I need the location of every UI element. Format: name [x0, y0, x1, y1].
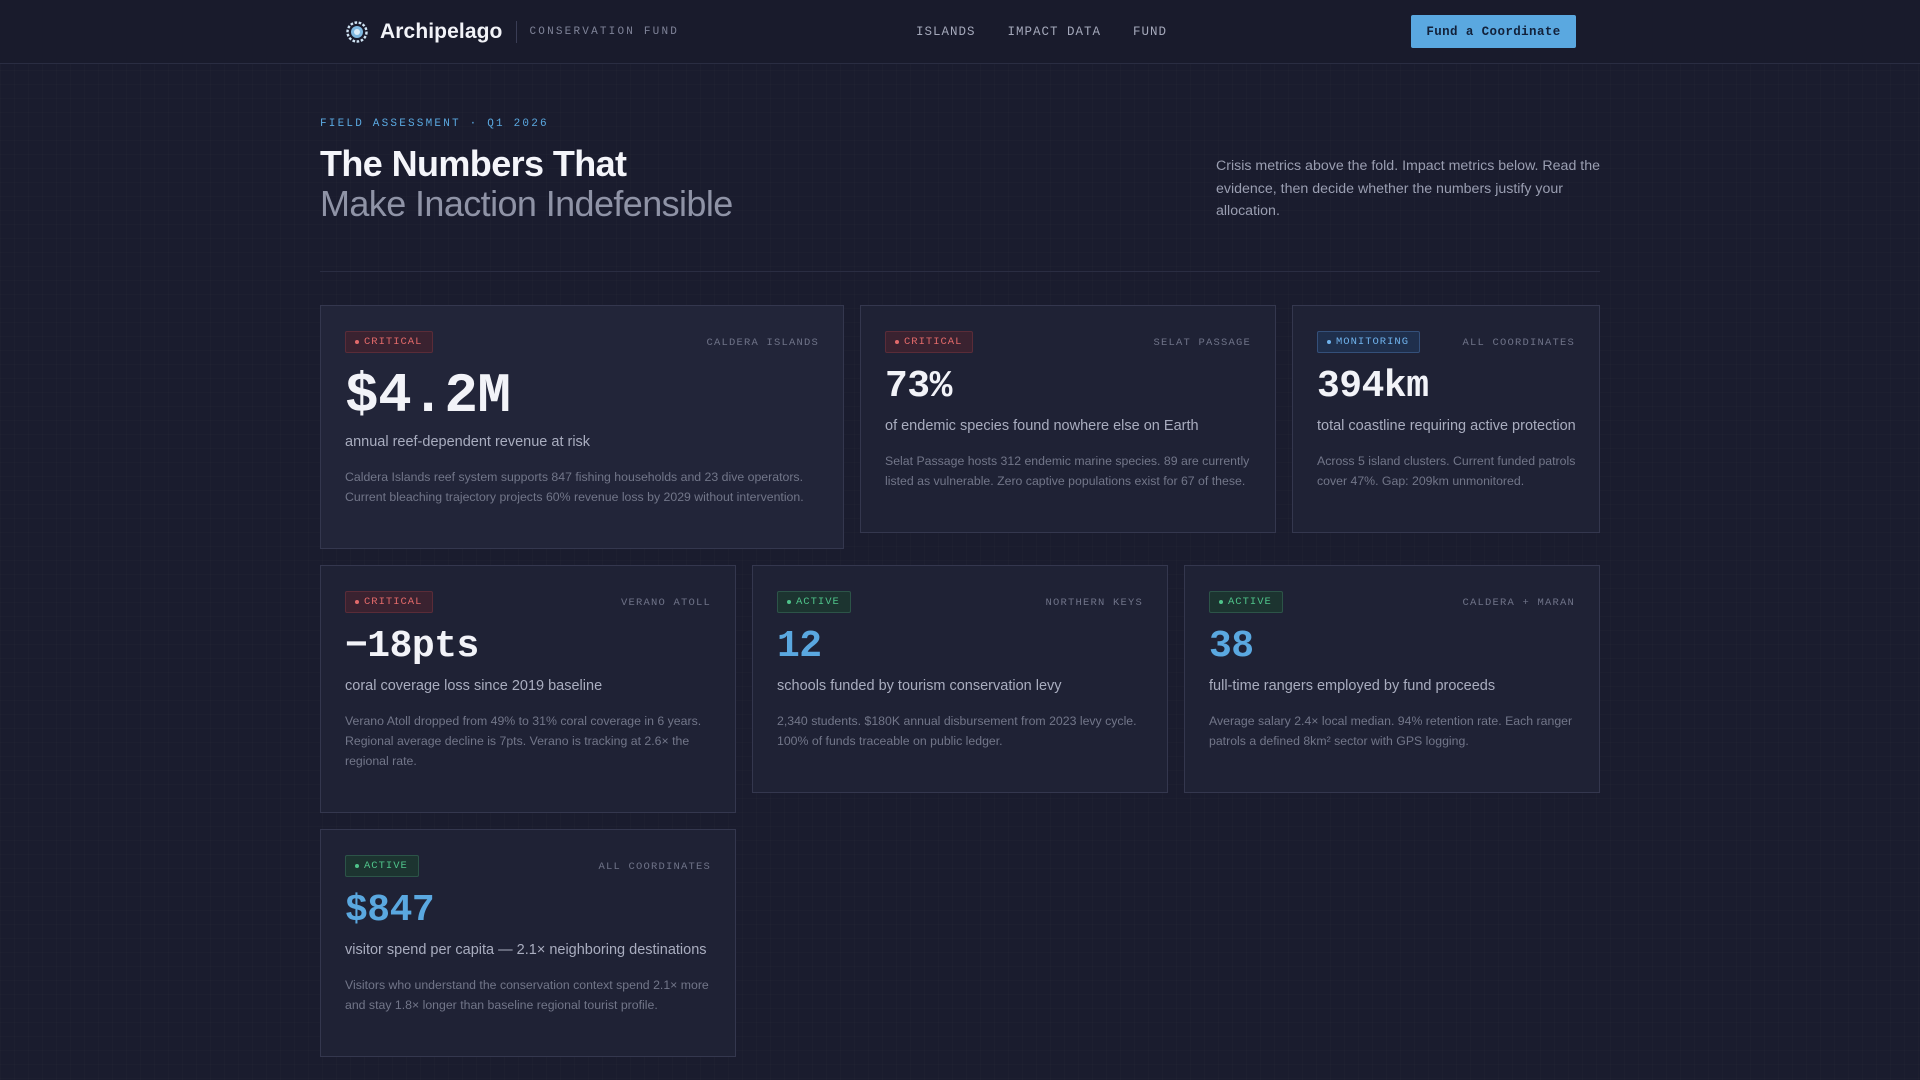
status-badge: CRITICAL — [345, 591, 434, 613]
status-text: CRITICAL — [904, 336, 963, 348]
location-label: CALDERA + MARAN — [1462, 597, 1575, 609]
location-label: NORTHERN KEYS — [1045, 597, 1143, 609]
metric-card-reef-revenue[interactable]: CRITICAL CALDERA ISLANDS $4.2M annual re… — [320, 305, 844, 549]
status-text: ACTIVE — [1228, 596, 1272, 608]
page-title-line2: Make Inaction Indefensible — [320, 183, 733, 224]
metric-value: 38 — [1209, 625, 1254, 668]
top-nav-bar: Archipelago CONSERVATION FUND ISLANDS IM… — [0, 0, 1920, 64]
status-badge: ACTIVE — [777, 591, 851, 613]
metric-label: annual reef-dependent revenue at risk — [345, 434, 591, 450]
status-text: ACTIVE — [364, 860, 408, 872]
metric-label: of endemic species found nowhere else on… — [885, 418, 1199, 434]
location-label: ALL COORDINATES — [1462, 337, 1575, 349]
status-text: CRITICAL — [364, 596, 423, 608]
status-dot-icon — [355, 340, 359, 344]
compass-logo-icon — [346, 21, 368, 43]
status-badge: ACTIVE — [1209, 591, 1283, 613]
status-text: ACTIVE — [796, 596, 840, 608]
status-dot-icon — [1219, 600, 1223, 604]
status-dot-icon — [355, 600, 359, 604]
fund-a-coordinate-button[interactable]: Fund a Coordinate — [1411, 15, 1576, 48]
metric-card-coastline[interactable]: MONITORING ALL COORDINATES 394km total c… — [1292, 305, 1600, 533]
metric-card-rangers[interactable]: ACTIVE CALDERA + MARAN 38 full-time rang… — [1184, 565, 1600, 793]
brand[interactable]: Archipelago CONSERVATION FUND — [346, 0, 679, 64]
metric-value: 73% — [885, 365, 952, 408]
metric-value: 12 — [777, 625, 822, 668]
metric-value: 394km — [1317, 365, 1429, 408]
nav-link-fund[interactable]: FUND — [1133, 25, 1167, 39]
status-dot-icon — [1327, 340, 1331, 344]
nav-link-impact-data[interactable]: IMPACT DATA — [1008, 25, 1102, 39]
metric-description: Across 5 island clusters. Current funded… — [1317, 454, 1576, 488]
metric-description: Selat Passage hosts 312 endemic marine s… — [885, 454, 1250, 488]
status-dot-icon — [787, 600, 791, 604]
metric-description: Average salary 2.4× local median. 94% re… — [1209, 714, 1573, 748]
nav-link-islands[interactable]: ISLANDS — [916, 25, 976, 39]
status-dot-icon — [895, 340, 899, 344]
metric-value: −18pts — [345, 625, 479, 668]
metric-description: 2,340 students. $180K annual disbursemen… — [777, 714, 1137, 748]
brand-divider — [516, 21, 518, 43]
metric-label: total coastline requiring active protect… — [1317, 418, 1576, 434]
location-label: CALDERA ISLANDS — [706, 337, 819, 349]
status-badge: MONITORING — [1317, 331, 1421, 353]
location-label: ALL COORDINATES — [598, 861, 711, 873]
brand-subtitle: CONSERVATION FUND — [529, 26, 680, 38]
section-divider — [320, 271, 1600, 272]
metric-value: $4.2M — [345, 364, 511, 428]
status-badge: ACTIVE — [345, 855, 419, 877]
metric-label: visitor spend per capita — 2.1× neighbor… — [345, 942, 707, 958]
eyebrow-label: FIELD ASSESSMENT · Q1 2026 — [320, 118, 549, 130]
status-badge: CRITICAL — [885, 331, 974, 353]
metric-description: Caldera Islands reef system supports 847… — [345, 470, 804, 504]
status-text: MONITORING — [1336, 336, 1410, 348]
status-text: CRITICAL — [364, 336, 423, 348]
status-dot-icon — [355, 864, 359, 868]
main-nav: ISLANDS IMPACT DATA FUND — [916, 0, 1167, 64]
metric-card-coral-coverage[interactable]: CRITICAL VERANO ATOLL −18pts coral cover… — [320, 565, 736, 813]
metric-description: Verano Atoll dropped from 49% to 31% cor… — [345, 714, 702, 768]
metric-label: coral coverage loss since 2019 baseline — [345, 678, 603, 694]
metric-value: $847 — [345, 889, 435, 932]
metric-card-schools[interactable]: ACTIVE NORTHERN KEYS 12 schools funded b… — [752, 565, 1168, 793]
metric-label: full-time rangers employed by fund proce… — [1209, 678, 1496, 694]
metric-description: Visitors who understand the conservation… — [345, 978, 709, 1012]
status-badge: CRITICAL — [345, 331, 434, 353]
location-label: VERANO ATOLL — [620, 597, 711, 609]
brand-name: Archipelago — [380, 20, 503, 43]
intro-paragraph: Crisis metrics above the fold. Impact me… — [1216, 158, 1601, 219]
metric-card-visitor-spend[interactable]: ACTIVE ALL COORDINATES $847 visitor spen… — [320, 829, 736, 1057]
location-label: SELAT PASSAGE — [1153, 337, 1251, 349]
metric-card-endemic-species[interactable]: CRITICAL SELAT PASSAGE 73% of endemic sp… — [860, 305, 1276, 533]
metric-label: schools funded by tourism conservation l… — [777, 678, 1062, 694]
page-title-line1: The Numbers That — [320, 143, 627, 184]
